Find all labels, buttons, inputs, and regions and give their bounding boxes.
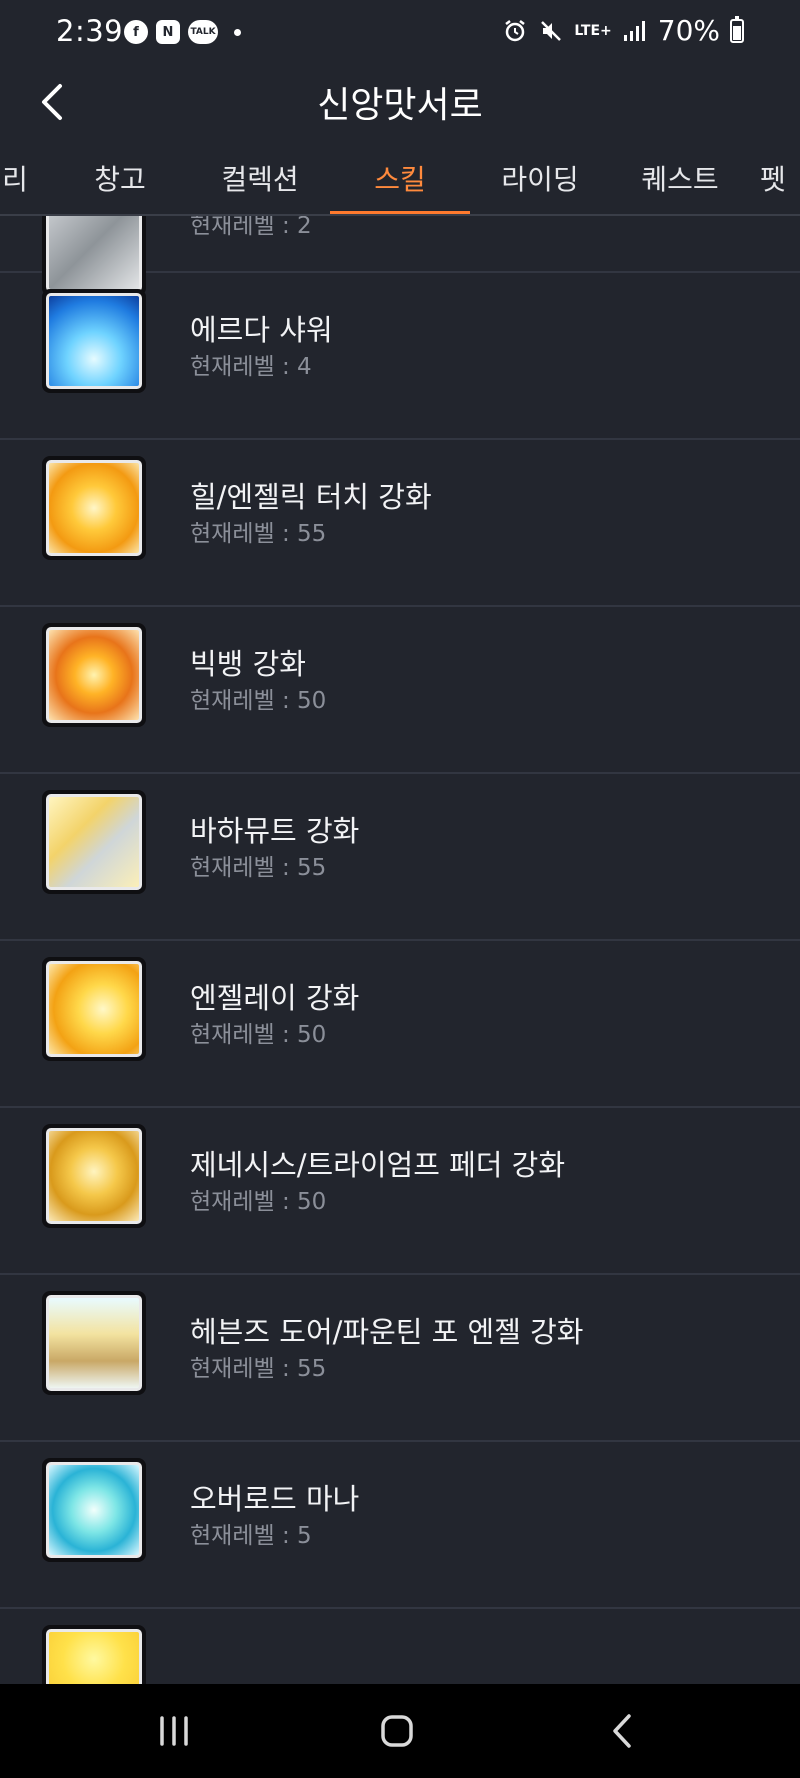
skill-name: 빅뱅 강화 xyxy=(190,647,306,681)
angel-ray-skill-icon xyxy=(42,957,146,1061)
network-type: LTE+ xyxy=(574,22,612,39)
skill-row[interactable]: 현재레벨 : 2 xyxy=(0,216,800,296)
skill-name: 헤븐즈 도어/파운틴 포 엔젤 강화 xyxy=(190,1315,584,1349)
skill-level: 현재레벨 : 55 xyxy=(190,521,327,547)
more-notifications-dot xyxy=(234,28,241,36)
signal-icon xyxy=(622,18,648,44)
tab-collection[interactable]: 컬렉션 xyxy=(190,142,330,214)
big-bang-skill-icon xyxy=(42,623,146,727)
skill-level: 현재레벨 : 5 xyxy=(190,1523,312,1549)
skill-name: 바하뮤트 강화 xyxy=(190,814,360,848)
skill-level: 현재레벨 : 50 xyxy=(190,1189,327,1215)
skill-row[interactable]: 제네시스/트라이엄프 페더 강화 현재레벨 : 50 xyxy=(0,1108,800,1275)
status-time: 2:39 xyxy=(56,14,124,48)
battery-icon xyxy=(730,15,744,43)
genesis-triumph-feather-skill-icon xyxy=(42,1124,146,1228)
system-status: LTE+ 70% xyxy=(502,14,744,47)
app-header: 신앙맛서로 xyxy=(0,66,800,142)
erda-shower-skill-icon xyxy=(42,289,146,393)
skill-row[interactable]: 빅뱅 강화 현재레벨 : 50 xyxy=(0,607,800,774)
battery-percent: 70% xyxy=(657,14,720,47)
status-bar: 2:39 f N TALK LTE+ 70% xyxy=(0,0,800,66)
partial-skill-icon xyxy=(42,1625,146,1684)
skill-row[interactable] xyxy=(0,1609,800,1684)
bahamut-skill-icon xyxy=(42,790,146,894)
home-button[interactable] xyxy=(367,1706,427,1756)
skill-level: 현재레벨 : 55 xyxy=(190,855,327,881)
alarm-icon xyxy=(502,18,528,44)
recent-apps-button[interactable] xyxy=(144,1706,204,1756)
facebook-icon: f xyxy=(124,20,148,44)
skill-row[interactable]: 오버로드 마나 현재레벨 : 5 xyxy=(0,1442,800,1609)
skill-row[interactable]: 바하뮤트 강화 현재레벨 : 55 xyxy=(0,774,800,941)
overload-mana-skill-icon xyxy=(42,1458,146,1562)
heal-angelic-touch-skill-icon xyxy=(42,456,146,560)
tab-storage[interactable]: 창고 xyxy=(60,142,180,214)
skill-level: 현재레벨 : 2 xyxy=(190,216,312,239)
skill-level: 현재레벨 : 55 xyxy=(190,1356,327,1382)
skill-row[interactable]: 에르다 샤워 현재레벨 : 4 xyxy=(0,273,800,440)
mute-icon xyxy=(538,18,564,44)
recent-apps-icon xyxy=(160,1716,188,1746)
skill-level: 현재레벨 : 4 xyxy=(190,354,312,380)
notification-icons: f N TALK xyxy=(124,20,241,44)
back-icon xyxy=(613,1714,631,1748)
category-tabs: 리 창고 컬렉션 스킬 라이딩 퀘스트 펫 xyxy=(0,142,800,216)
skill-list: 현재레벨 : 2 에르다 샤워 현재레벨 : 4 힐/엔젤릭 터치 강화 현재레… xyxy=(0,216,800,1684)
tab-skill[interactable]: 스킬 xyxy=(330,142,470,214)
skill-name: 엔젤레이 강화 xyxy=(190,981,360,1015)
kakaotalk-icon: TALK xyxy=(188,20,218,44)
back-nav-button[interactable] xyxy=(593,1706,653,1756)
home-icon xyxy=(381,1715,413,1747)
skill-row[interactable]: 헤븐즈 도어/파운틴 포 엔젤 강화 현재레벨 : 55 xyxy=(0,1275,800,1442)
tab-quest[interactable]: 퀘스트 xyxy=(610,142,750,214)
naver-icon: N xyxy=(156,20,180,44)
skill-level: 현재레벨 : 50 xyxy=(190,688,327,714)
tab-pet[interactable]: 펫 xyxy=(760,142,800,214)
system-nav-bar xyxy=(0,1684,800,1778)
skill-name: 제네시스/트라이엄프 페더 강화 xyxy=(190,1148,566,1182)
tab-riding[interactable]: 라이딩 xyxy=(470,142,610,214)
tab-partial-left[interactable]: 리 xyxy=(0,142,50,214)
heavens-door-fountain-skill-icon xyxy=(42,1291,146,1395)
skill-level: 현재레벨 : 50 xyxy=(190,1022,327,1048)
skill-row[interactable]: 힐/엔젤릭 터치 강화 현재레벨 : 55 xyxy=(0,440,800,607)
skill-name: 힐/엔젤릭 터치 강화 xyxy=(190,480,432,514)
skill-name: 오버로드 마나 xyxy=(190,1482,360,1516)
skill-name: 에르다 샤워 xyxy=(190,313,333,347)
page-title: 신앙맛서로 xyxy=(317,85,483,126)
skill-row[interactable]: 엔젤레이 강화 현재레벨 : 50 xyxy=(0,941,800,1108)
